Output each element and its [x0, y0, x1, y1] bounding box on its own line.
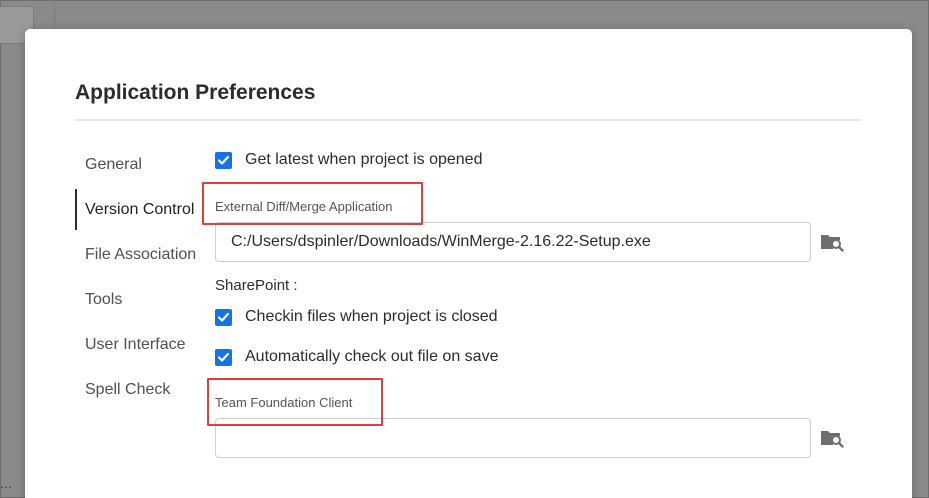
preferences-dialog: Application Preferences General Version … [25, 29, 912, 498]
folder-search-icon [821, 235, 844, 252]
checkin-option: Checkin files when project is closed [215, 308, 498, 326]
checkmark-icon [218, 352, 229, 362]
checkout-label: Automatically check out file on save [245, 348, 499, 365]
title-divider [75, 119, 861, 121]
team-foundation-browse-button[interactable] [819, 425, 845, 451]
checkin-label: Checkin files when project is closed [245, 308, 498, 325]
nav-item-spell-check[interactable]: Spell Check [75, 367, 205, 412]
get-latest-checkbox[interactable] [215, 151, 232, 169]
nav-item-file-association[interactable]: File Association [75, 232, 205, 277]
checkmark-icon [218, 312, 229, 322]
background-ellipsis: ... [0, 477, 14, 491]
checkin-checkbox[interactable] [215, 308, 232, 326]
nav-item-version-control[interactable]: Version Control [75, 187, 205, 232]
get-latest-option: Get latest when project is opened [215, 151, 482, 169]
get-latest-label: Get latest when project is opened [245, 151, 483, 168]
folder-search-icon [821, 431, 844, 448]
checkout-checkbox[interactable] [215, 348, 232, 366]
nav-item-tools[interactable]: Tools [75, 277, 205, 322]
diff-merge-highlight [202, 182, 423, 225]
nav-item-general[interactable]: General [75, 142, 205, 187]
nav-item-user-interface[interactable]: User Interface [75, 322, 205, 367]
preferences-nav: General Version Control File Association… [75, 142, 205, 412]
diff-merge-browse-button[interactable] [819, 229, 845, 255]
diff-merge-path-input[interactable]: C:/Users/dspinler/Downloads/WinMerge-2.1… [215, 222, 811, 262]
dialog-title: Application Preferences [75, 81, 316, 104]
background-divider [54, 0, 55, 30]
team-foundation-highlight [207, 378, 383, 426]
sharepoint-label: SharePoint : [215, 277, 298, 294]
checkmark-icon [218, 155, 229, 165]
checkout-option: Automatically check out file on save [215, 348, 498, 366]
